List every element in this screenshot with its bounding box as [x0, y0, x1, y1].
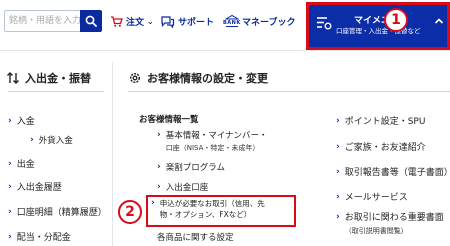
- chevron-right-icon: ›: [8, 231, 12, 242]
- bank-icon: BANK: [223, 14, 241, 28]
- link-withdrawal[interactable]: › 出金: [8, 157, 35, 171]
- link-point-settings[interactable]: › ポイント設定・SPU: [336, 114, 426, 128]
- chevron-right-icon: ›: [336, 212, 340, 222]
- chevron-right-icon: ›: [336, 191, 340, 202]
- nav-support-label: サポート: [178, 17, 215, 28]
- link-basic-info-text: 基本情報・マイナンバー・ 口座（NISA・特定・未成年）: [166, 130, 268, 154]
- search-button[interactable]: [80, 10, 102, 32]
- link-account-statement[interactable]: › 口座明細（精算履歴）: [8, 205, 107, 219]
- link-trade-reports[interactable]: › 取引報告書等（電子書面）: [336, 165, 450, 179]
- chevron-down-icon: ⌄: [147, 16, 154, 26]
- chevron-right-icon: ›: [8, 158, 12, 169]
- search-input[interactable]: [4, 10, 80, 32]
- link-basic-info-label: 基本情報・マイナンバー・: [165, 131, 268, 141]
- link-important-documents-text: お取引に関わる重要書面 （取引説明書閲覧）: [345, 212, 444, 238]
- deposit-transfer-icon: [7, 72, 19, 84]
- customer-info-list-heading: お客様情報一覧: [139, 115, 199, 125]
- link-dividends[interactable]: › 配当・分配金: [8, 230, 71, 244]
- link-foreign-deposit-label: 外貨入金: [38, 136, 73, 146]
- link-bank-account[interactable]: › 入出金口座: [157, 181, 208, 193]
- chevron-right-icon: ›: [157, 162, 161, 172]
- nav-manebook-label: マネーブック: [242, 17, 296, 28]
- link-deposit[interactable]: › 入金: [8, 114, 35, 128]
- bank-label: BANK: [223, 20, 241, 26]
- deposit-transfer-heading: 入出金・振替: [6, 70, 91, 86]
- link-deposit-label: 入金: [16, 117, 35, 127]
- link-foreign-deposit[interactable]: › 外貨入金: [30, 134, 73, 146]
- left-heading-rule: [8, 91, 104, 92]
- link-family-referral-label: ご家族・お友達紹介: [344, 143, 426, 153]
- link-withdrawal-label: 出金: [16, 160, 35, 170]
- link-account-statement-label: 口座明細（精算履歴）: [16, 208, 107, 218]
- chat-support-icon: [161, 15, 175, 28]
- link-basic-info-note: 口座（NISA・特定・未成年）: [165, 144, 260, 152]
- nav-order-label: 注文: [126, 17, 145, 28]
- highlight-box-application: [146, 195, 296, 227]
- annotation-badge-1: 1: [384, 8, 408, 32]
- chevron-right-icon: ›: [157, 182, 161, 192]
- link-point-settings-label: ポイント設定・SPU: [344, 117, 426, 127]
- column-divider: [112, 62, 113, 246]
- link-mail-service-label: メールサービス: [344, 193, 408, 203]
- link-product-settings-label: 各商品に関する設定: [157, 233, 234, 243]
- link-dividends-label: 配当・分配金: [16, 233, 71, 243]
- middle-heading-rule: [128, 91, 450, 92]
- nav-support[interactable]: サポート: [160, 11, 214, 31]
- link-rakuwari-program[interactable]: › 楽割プログラム: [157, 161, 225, 173]
- link-deposit-history[interactable]: › 入出金履歴: [8, 180, 62, 194]
- link-mail-service[interactable]: › メールサービス: [336, 190, 408, 204]
- chevron-right-icon: ›: [157, 130, 161, 140]
- chevron-right-icon: ›: [336, 141, 340, 152]
- link-family-referral[interactable]: › ご家族・お友達紹介: [336, 140, 426, 154]
- link-important-documents-label: お取引に関わる重要書面: [344, 213, 444, 223]
- link-deposit-history-label: 入出金履歴: [16, 183, 62, 193]
- chevron-right-icon: ›: [30, 135, 34, 145]
- chevron-right-icon: ›: [8, 115, 12, 126]
- chevron-right-icon: ›: [336, 115, 340, 126]
- nav-manebook[interactable]: BANK マネーブック: [223, 11, 296, 31]
- link-rakuwari-program-label: 楽割プログラム: [165, 163, 225, 173]
- chevron-right-icon: ›: [8, 181, 12, 192]
- link-basic-info[interactable]: › 基本情報・マイナンバー・ 口座（NISA・特定・未成年）: [157, 130, 268, 154]
- annotation-badge-2: 2: [118, 200, 142, 224]
- link-important-documents[interactable]: › お取引に関わる重要書面 （取引説明書閲覧）: [336, 212, 444, 238]
- deposit-transfer-title: 入出金・振替: [25, 72, 91, 85]
- cart-icon: [111, 15, 123, 27]
- highlight-box-mymenu: [306, 2, 450, 50]
- top-bar: 注文 ⌄ サポート BANK マネーブック マイメニュー: [0, 0, 450, 50]
- link-important-documents-note: （取引説明書閲覧）: [344, 227, 408, 235]
- gear-icon: [129, 72, 141, 84]
- nav-order[interactable]: 注文 ⌄: [110, 11, 154, 31]
- search-icon: [85, 15, 97, 27]
- link-bank-account-label: 入出金口座: [165, 183, 209, 193]
- chevron-right-icon: ›: [336, 166, 340, 177]
- link-product-settings[interactable]: 各商品に関する設定: [157, 231, 234, 243]
- chevron-right-icon: ›: [8, 206, 12, 217]
- customer-settings-heading: お客様情報の設定・変更: [128, 70, 268, 86]
- customer-settings-title: お客様情報の設定・変更: [147, 72, 268, 85]
- header-divider: [0, 50, 450, 51]
- link-trade-reports-label: 取引報告書等（電子書面）: [344, 168, 450, 178]
